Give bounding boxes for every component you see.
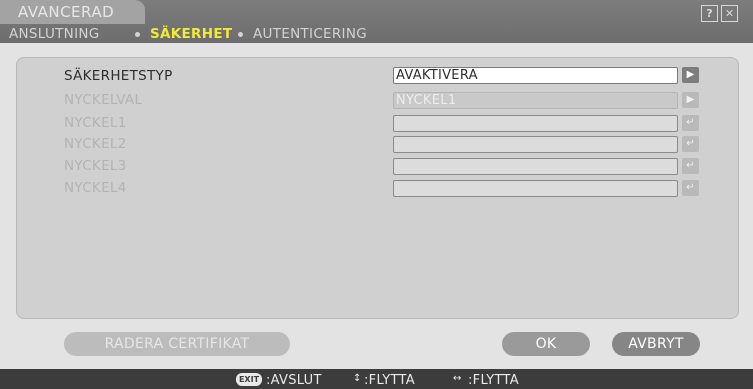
cancel-button[interactable]: AVBRYT: [612, 332, 700, 356]
breadcrumb-separator: [238, 32, 243, 37]
key-select-field[interactable]: NYCKEL1: [393, 92, 678, 109]
leftright-hint: :FLYTTA: [468, 373, 519, 388]
key1-field[interactable]: [393, 115, 678, 132]
tab-sakerhet[interactable]: SÄKERHET: [150, 26, 232, 42]
exit-hint: :AVSLUT: [266, 373, 322, 388]
title-bar: AVANCERAD ? ✕ ANSLUTNING SÄKERHET AUTENT…: [0, 0, 753, 43]
up-down-arrow-icon: ↕: [353, 373, 362, 384]
tab-autenticering[interactable]: AUTENTICERING: [253, 26, 367, 42]
key3-label: NYCKEL3: [64, 158, 127, 174]
key2-label: NYCKEL2: [64, 136, 127, 152]
window-title: AVANCERAD: [18, 3, 115, 21]
title-tab: AVANCERAD: [0, 0, 145, 24]
tab-anslutning[interactable]: ANSLUTNING: [9, 26, 100, 42]
key4-field[interactable]: [393, 180, 678, 197]
left-right-arrow-icon: ↔: [453, 373, 462, 384]
key2-enter-icon[interactable]: ↵: [682, 136, 699, 152]
key4-enter-icon[interactable]: ↵: [682, 180, 699, 196]
key-select-value: NYCKEL1: [396, 93, 457, 108]
delete-certificate-button[interactable]: RADERA CERTIFIKAT: [64, 332, 290, 356]
exit-key-icon: EXIT: [236, 373, 262, 386]
help-icon[interactable]: ?: [701, 5, 718, 22]
security-type-arrow-icon[interactable]: ▶: [682, 67, 699, 83]
key1-enter-icon[interactable]: ↵: [682, 115, 699, 131]
security-type-label: SÄKERHETSTYP: [64, 68, 173, 84]
ok-button[interactable]: OK: [502, 332, 590, 356]
breadcrumb-separator: [135, 32, 140, 37]
key2-field[interactable]: [393, 136, 678, 153]
dialog-window: AVANCERAD ? ✕ ANSLUTNING SÄKERHET AUTENT…: [0, 0, 753, 389]
key-select-arrow-icon[interactable]: ▶: [682, 92, 699, 108]
security-type-field[interactable]: AVAKTIVERA: [393, 67, 678, 84]
key3-enter-icon[interactable]: ↵: [682, 158, 699, 174]
key1-label: NYCKEL1: [64, 115, 127, 131]
close-icon[interactable]: ✕: [721, 5, 738, 22]
key-select-label: NYCKELVAL: [64, 92, 143, 108]
updown-hint: :FLYTTA: [364, 373, 415, 388]
key3-field[interactable]: [393, 158, 678, 175]
key4-label: NYCKEL4: [64, 180, 127, 196]
security-type-value: AVAKTIVERA: [396, 68, 478, 83]
